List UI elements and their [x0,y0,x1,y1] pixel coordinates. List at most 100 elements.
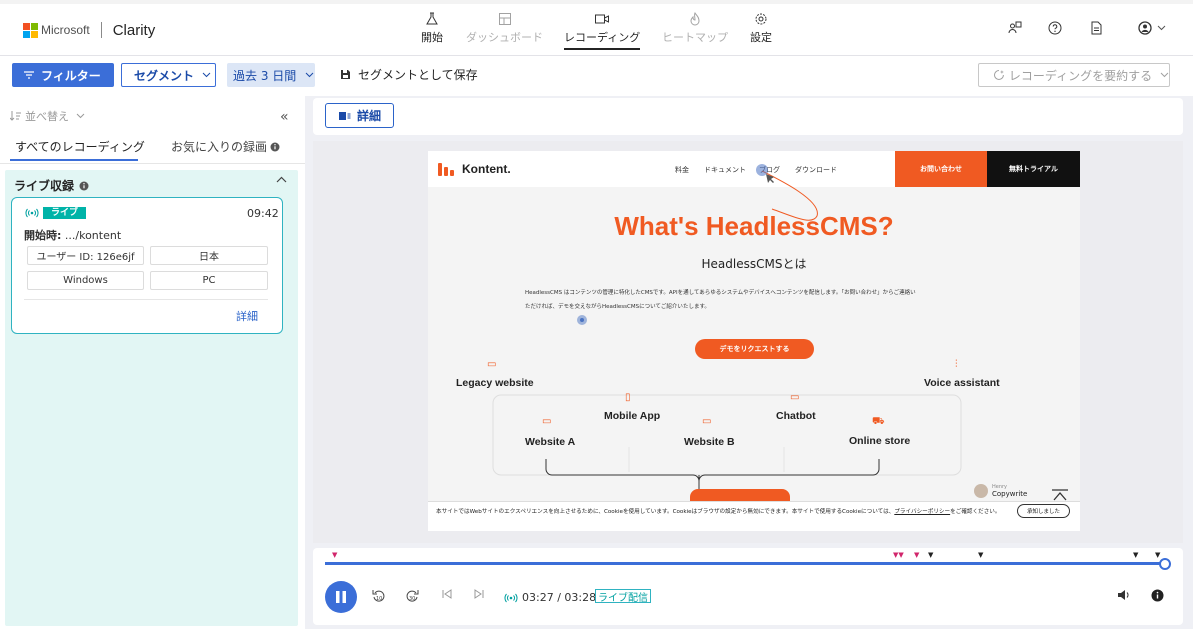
detail-panel-icon [339,111,351,120]
chevron-down-icon [305,72,314,78]
event-marker[interactable]: ▼ [978,552,983,559]
scroll-top-icon [1052,489,1068,501]
nav-item-dashboard[interactable]: ダッシュボード [466,12,543,50]
help-icon[interactable] [1048,21,1062,35]
summarize-label: レコーディングを要約する [1008,68,1153,83]
site-nav-pricing: 料金 [675,166,689,174]
event-marker[interactable]: ▼ [914,552,919,559]
clarity-logo[interactable]: Microsoft Clarity [23,20,155,40]
filter-button[interactable]: フィルター [12,63,114,87]
volume-icon[interactable] [1117,589,1131,601]
event-marker[interactable]: ▼ [928,552,933,559]
info-icon[interactable] [79,181,89,191]
nav-item-settings[interactable]: 設定 [750,12,772,50]
previous-recording-icon[interactable] [442,589,452,599]
diagram-online-store: Online store [849,435,911,447]
card-divider [24,299,268,300]
document-icon[interactable] [1089,21,1103,35]
share-users-icon[interactable] [1008,21,1022,35]
site-description-line2: ただければ、デモを交えながらHeadlessCMSについてご紹介いたします。 [525,304,710,310]
nav-label: ダッシュボード [466,31,543,44]
start-page: 開始時: .../kontent [24,227,121,243]
country-chip: 日本 [150,246,268,265]
next-recording-icon[interactable] [474,589,484,599]
microsoft-logo-icon [23,23,38,38]
save-segment-button[interactable]: セグメントとして保存 [340,66,478,83]
date-range-label: 過去 3 日間 [233,68,297,83]
event-marker[interactable]: ▼ [332,552,337,559]
site-demo-button: デモをリクエストする [695,339,814,359]
site-contact-button: お問い合わせ [895,151,987,187]
time-readout: 03:27 / 03:28 [522,591,597,604]
kontent-logo-icon [438,161,456,176]
tabs-divider [0,163,305,164]
site-logo: Kontent. [438,161,511,176]
cookie-text: 本サイトではWebサイトのエクスペリエンスを向上させるために、Cookieを使用… [436,508,1016,517]
nav-item-recordings[interactable]: レコーディング [564,12,641,50]
diagram-website-b: Website B [684,436,735,448]
live-recordings-header: ライブ収録 [14,177,89,194]
sort-dropdown[interactable]: 並べ替え [10,108,85,124]
live-status-badge: ライブ [25,207,87,219]
app-name: Clarity [112,21,156,39]
chat-icon: ▭ [790,392,800,403]
chat-role: Copywrite [992,490,1028,498]
chevron-down-icon [1160,72,1169,78]
device-chip: PC [150,271,268,290]
collapse-sidebar-icon[interactable]: « [280,109,289,125]
segment-dropdown[interactable]: セグメント [121,63,216,87]
save-segment-label: セグメントとして保存 [358,68,478,82]
cookie-accept-button: 承知しました [1017,504,1070,518]
svg-text:10: 10 [376,596,382,602]
broadcast-icon [25,208,39,218]
detail-button[interactable]: 詳細 [325,103,394,128]
nav-item-start[interactable]: 開始 [421,12,443,50]
summarize-recordings-button[interactable]: レコーディングを要約する [978,63,1170,87]
tab-all-recordings[interactable]: すべてのレコーディング [15,138,145,155]
site-description-line1: HeadlessCMS はコンテンツの管理に特化したCMSです。APIを通してあ… [525,290,916,296]
sparkle-icon [994,70,1004,80]
live-stream-badge[interactable]: ライブ配信 [595,589,651,604]
os-chip: Windows [27,271,144,290]
sort-label: 並べ替え [25,110,69,123]
detail-label: 詳細 [357,109,382,123]
timeline-thumb[interactable] [1159,558,1171,570]
active-tab-underline [10,159,138,161]
nav-item-heatmaps[interactable]: ヒートマップ [662,12,728,50]
rewind-10-icon[interactable]: 10 [372,589,386,603]
event-marker[interactable]: ▼▼ [893,552,904,559]
segment-label: セグメント [134,68,195,83]
tab-favorite-recordings[interactable]: お気に入りの録画 [171,138,280,155]
nav-label: ヒートマップ [662,31,728,44]
privacy-link: プライバシーポリシー [894,509,951,515]
playback-time: 03:27 / 03:28 [504,591,596,604]
video-icon [595,14,610,24]
site-nav-docs: ドキュメント [704,166,746,174]
site-chat-widget: Henry Copywrite [974,484,1027,498]
chevron-up-icon[interactable] [276,176,287,183]
date-range-dropdown[interactable]: 過去 3 日間 [227,63,315,87]
event-marker[interactable]: ▼ [1155,552,1160,559]
diagram-mobile-app: Mobile App [604,410,661,422]
timeline-track[interactable] [325,562,1165,565]
cart-icon: ⛟ [872,416,885,427]
account-menu[interactable] [1138,21,1166,35]
info-icon[interactable] [1151,589,1164,602]
recording-time: 09:42 [247,207,279,220]
window-icon: ▭ [542,416,552,427]
pause-button[interactable] [325,581,357,613]
window-icon: ▭ [702,416,712,427]
site-subtitle: HeadlessCMSとは [701,257,807,271]
forward-30-icon[interactable]: 30 [405,589,419,603]
mobile-icon: ▯ [625,392,631,403]
nav-label: レコーディング [564,31,641,44]
save-icon [341,70,350,79]
filter-lines-icon [24,71,34,79]
sort-icon [10,111,21,121]
card-detail-link[interactable]: 詳細 [236,308,258,324]
flask-icon [426,12,438,25]
session-replay-frame[interactable]: Kontent. 料金 ドキュメント ブログ ダウンロード お問い合わせ 無料ト… [428,151,1080,531]
info-icon[interactable] [270,142,280,152]
event-marker[interactable]: ▼ [1133,552,1138,559]
nav-label: 設定 [750,31,772,44]
